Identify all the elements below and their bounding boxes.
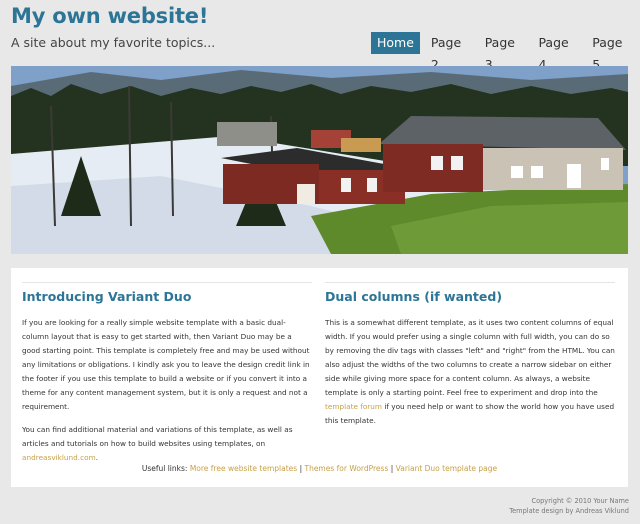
more-free-templates-link[interactable]: More free website templates: [190, 464, 297, 473]
header-banner-image: [11, 66, 628, 254]
right-column-heading: Dual columns (if wanted): [325, 282, 615, 304]
useful-links: Useful links: More free website template…: [11, 464, 628, 473]
site-title[interactable]: My own website!: [11, 4, 208, 28]
design-credit[interactable]: Template design by Andreas Viklund: [509, 506, 629, 516]
copyright-text: Copyright © 2010 Your Name: [531, 497, 629, 505]
page: My own website! A site about my favorite…: [0, 0, 640, 524]
themes-wordpress-link[interactable]: Themes for WordPress: [304, 464, 388, 473]
nav-item-page-5[interactable]: Page 5: [586, 32, 635, 72]
variant-duo-page-link[interactable]: Variant Duo template page: [396, 464, 497, 473]
site-tagline: A site about my favorite topics...: [11, 35, 216, 50]
content-box: Introducing Variant Duo If you are looki…: [11, 268, 628, 487]
nav-item-home[interactable]: Home: [371, 32, 420, 54]
left-column: Introducing Variant Duo If you are looki…: [22, 268, 312, 465]
template-forum-link[interactable]: template forum: [325, 402, 382, 411]
banner-landscape-illustration: [11, 66, 628, 254]
nav-item-page-4[interactable]: Page 4: [532, 32, 581, 72]
right-column: Dual columns (if wanted) This is a somew…: [325, 268, 615, 428]
nav-item-page-2[interactable]: Page 2: [425, 32, 474, 72]
left-column-paragraph-2-end: .: [95, 453, 99, 462]
right-column-paragraph: This is a somewhat different template, a…: [325, 316, 615, 428]
main-nav: Home Page 2 Page 3 Page 4 Page 5: [371, 32, 640, 72]
left-column-paragraph-2-text: You can find additional material and var…: [22, 425, 293, 448]
useful-links-label: Useful links:: [141, 464, 190, 473]
footer: Copyright © 2010 Your Name Template desi…: [509, 496, 629, 516]
nav-item-page-3[interactable]: Page 3: [479, 32, 528, 72]
andreasviklund-link[interactable]: andreasviklund.com: [22, 453, 96, 462]
right-column-paragraph-text: This is a somewhat different template, a…: [325, 318, 615, 397]
left-column-paragraph-2: You can find additional material and var…: [22, 423, 312, 465]
left-column-heading: Introducing Variant Duo: [22, 282, 312, 304]
left-column-paragraph-1: If you are looking for a really simple w…: [22, 318, 310, 411]
